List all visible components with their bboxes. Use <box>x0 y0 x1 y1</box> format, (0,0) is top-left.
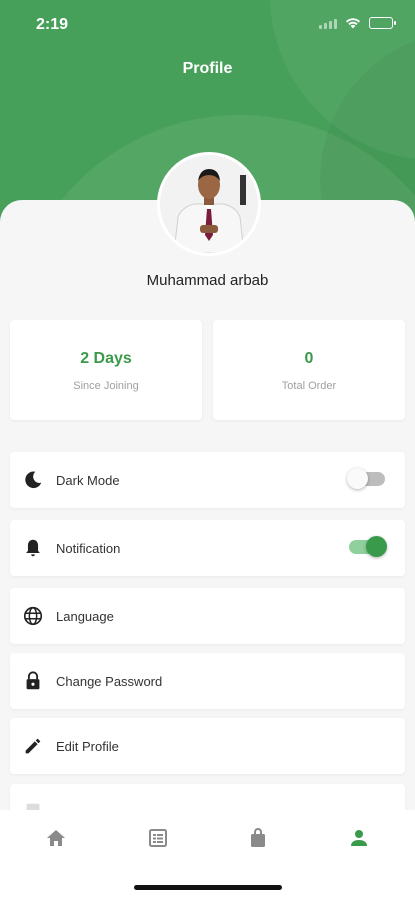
menu-item-label: Dark Mode <box>56 473 120 488</box>
shopping-bag-icon[interactable] <box>246 826 270 850</box>
status-bar: 2:19 <box>0 0 415 50</box>
page-title: Profile <box>182 60 233 77</box>
wifi-icon <box>346 18 360 29</box>
home-indicator <box>134 885 282 890</box>
moon-icon <box>25 471 42 489</box>
globe-icon <box>23 606 43 626</box>
stat-value: 2 Days <box>80 350 132 367</box>
stat-label: Since Joining <box>73 380 139 392</box>
lock-icon <box>26 671 40 690</box>
stat-card-orders: 0 Total Order <box>213 320 405 420</box>
bottom-navigation <box>0 810 415 900</box>
bell-icon <box>26 539 40 557</box>
signal-icon <box>319 18 337 29</box>
stat-label: Total Order <box>281 380 337 392</box>
dark-mode-toggle[interactable] <box>347 468 385 489</box>
menu-item-language[interactable]: Language <box>10 588 405 644</box>
avatar-photo <box>160 155 258 253</box>
home-icon[interactable] <box>44 826 68 850</box>
menu-item-notification[interactable]: Notification <box>10 520 405 576</box>
menu-item-dark-mode[interactable]: Dark Mode <box>10 452 405 508</box>
battery-icon <box>369 17 396 29</box>
menu-item-label: Change Password <box>56 674 163 689</box>
avatar[interactable] <box>157 152 261 256</box>
user-name: Muhammad arbab <box>146 272 269 289</box>
stat-card-joining: 2 Days Since Joining <box>10 320 202 420</box>
notification-toggle[interactable] <box>349 536 387 557</box>
menu-item-label: Notification <box>56 541 121 556</box>
menu-item-label: Edit Profile <box>56 739 119 754</box>
person-icon[interactable] <box>347 826 371 850</box>
menu-item-change-password[interactable]: Change Password <box>10 653 405 709</box>
status-time: 2:19 <box>36 16 69 33</box>
pencil-icon <box>25 738 41 754</box>
status-icons <box>319 17 396 29</box>
menu-item-label: Language <box>56 609 114 624</box>
stat-value: 0 <box>304 350 314 367</box>
menu-item-edit-profile[interactable]: Edit Profile <box>10 718 405 774</box>
orders-list-icon[interactable] <box>146 826 170 850</box>
